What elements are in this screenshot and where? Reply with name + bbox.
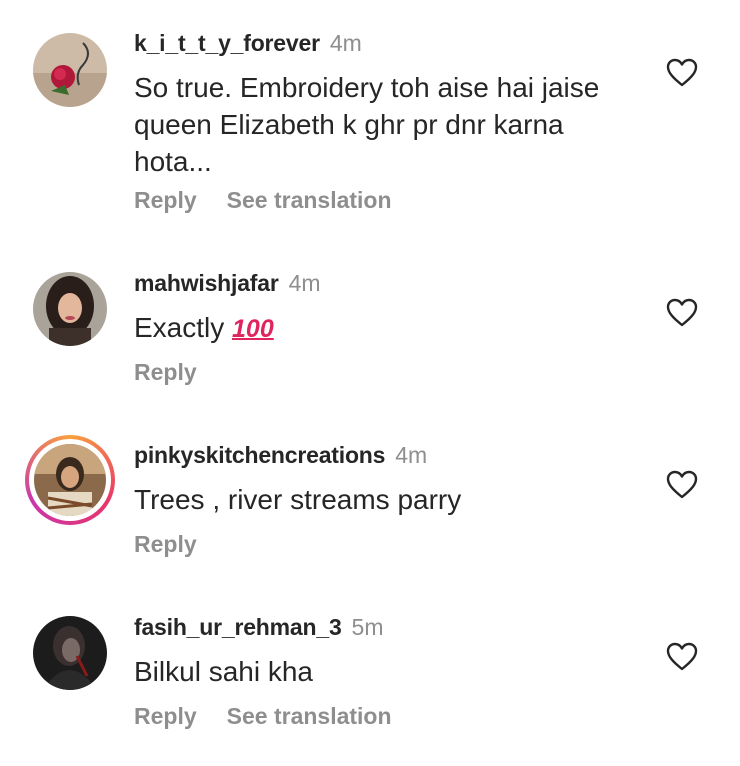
avatar[interactable] xyxy=(33,272,107,346)
reply-button[interactable]: Reply xyxy=(134,359,197,385)
rose-photo-avatar xyxy=(33,33,107,107)
comment-meta: fasih_ur_rehman_3 5m xyxy=(134,613,383,641)
comment-text-body: Exactly xyxy=(134,312,233,343)
reply-button[interactable]: Reply xyxy=(134,187,197,213)
comment-text: So true. Embroidery toh aise hai jaise q… xyxy=(134,72,600,177)
comment-text: Trees , river streams parry xyxy=(134,484,462,515)
comment-meta: mahwishjafar 4m xyxy=(134,269,321,297)
comment-actions: Reply xyxy=(134,530,197,558)
username[interactable]: pinkyskitchencreations xyxy=(134,442,385,468)
comment-time: 5m xyxy=(351,614,384,640)
comment-time: 4m xyxy=(288,270,321,296)
person-photo-icon xyxy=(34,444,106,516)
heart-outline-icon[interactable] xyxy=(666,470,698,500)
heart-outline-icon[interactable] xyxy=(666,298,698,328)
dark-photo-avatar xyxy=(33,616,107,690)
comment-text: Bilkul sahi kha xyxy=(134,656,313,687)
see-translation-button[interactable]: See translation xyxy=(227,703,392,729)
comment-meta: k_i_t_t_y_forever 4m xyxy=(134,29,362,57)
username[interactable]: mahwishjafar xyxy=(134,270,279,296)
comment-actions: Reply See translation xyxy=(134,186,392,214)
heart-outline-icon[interactable] xyxy=(666,642,698,672)
username[interactable]: fasih_ur_rehman_3 xyxy=(134,614,342,640)
avatar[interactable] xyxy=(33,616,107,690)
avatar[interactable] xyxy=(33,33,107,107)
comment-text: Exactly 100 xyxy=(134,309,634,348)
see-translation-button[interactable]: See translation xyxy=(227,187,392,213)
hundred-points-emoji: 100 xyxy=(232,315,274,343)
story-ring-avatar[interactable] xyxy=(25,435,115,525)
comment-time: 4m xyxy=(395,442,428,468)
heart-outline-icon[interactable] xyxy=(666,58,698,88)
woman-photo-avatar xyxy=(33,272,107,346)
reply-button[interactable]: Reply xyxy=(134,531,197,557)
reply-button[interactable]: Reply xyxy=(134,703,197,729)
comment-actions: Reply See translation xyxy=(134,702,392,730)
avatar xyxy=(34,444,106,516)
comment-meta: pinkyskitchencreations 4m xyxy=(134,441,427,469)
comment-time: 4m xyxy=(329,30,362,56)
comment-actions: Reply xyxy=(134,358,197,386)
username[interactable]: k_i_t_t_y_forever xyxy=(134,30,320,56)
